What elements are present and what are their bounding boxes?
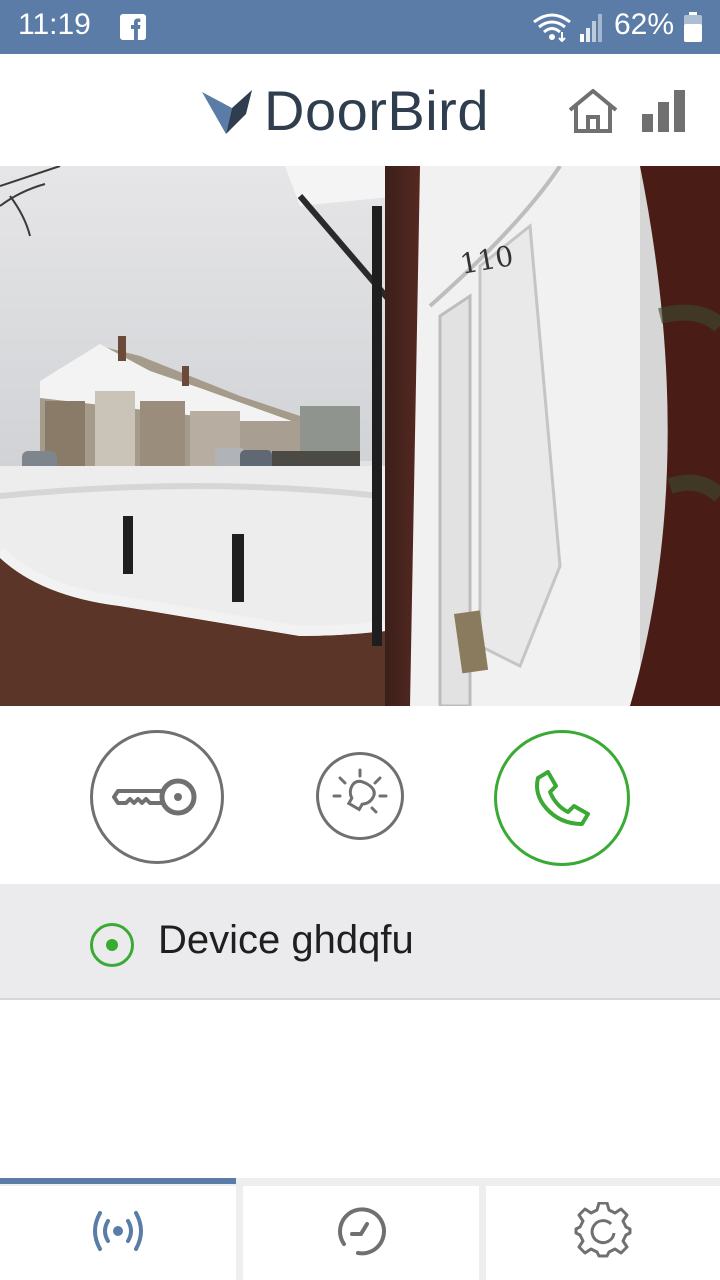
camera-live-view[interactable]: 110	[0, 166, 720, 706]
facebook-icon	[120, 14, 146, 40]
tab-history[interactable]	[243, 1186, 479, 1280]
radio-dot	[106, 939, 118, 951]
light-button[interactable]	[316, 752, 404, 840]
app-logo-text: DoorBird	[264, 79, 489, 142]
wifi-icon	[533, 13, 571, 42]
home-icon[interactable]	[566, 88, 620, 134]
doorbird-logo-icon	[202, 90, 252, 134]
open-door-button[interactable]	[90, 730, 224, 864]
key-icon	[112, 778, 197, 816]
device-selected-radio-icon[interactable]	[90, 923, 134, 967]
live-broadcast-icon	[93, 1211, 143, 1252]
action-buttons	[0, 706, 720, 882]
tab-settings[interactable]	[486, 1186, 720, 1280]
bottom-navigation	[0, 1178, 720, 1280]
app-header: DoorBird	[0, 54, 720, 166]
signal-bars-icon[interactable]	[640, 90, 688, 134]
device-name: Device ghdqfu	[158, 918, 414, 962]
camera-image: 110	[0, 166, 720, 706]
settings-gear-icon	[574, 1202, 632, 1258]
battery-percent: 62%	[614, 8, 675, 41]
light-icon	[332, 768, 388, 814]
history-clock-icon	[338, 1207, 387, 1256]
battery-icon	[684, 12, 702, 42]
status-time: 11:19	[18, 8, 91, 41]
signal-icon	[580, 14, 602, 42]
call-button[interactable]	[494, 730, 630, 866]
phone-icon	[535, 770, 590, 826]
tab-live[interactable]	[0, 1178, 236, 1280]
status-bar: 11:19 62%	[0, 0, 720, 54]
device-list-item[interactable]: Device ghdqfu	[0, 884, 720, 1000]
